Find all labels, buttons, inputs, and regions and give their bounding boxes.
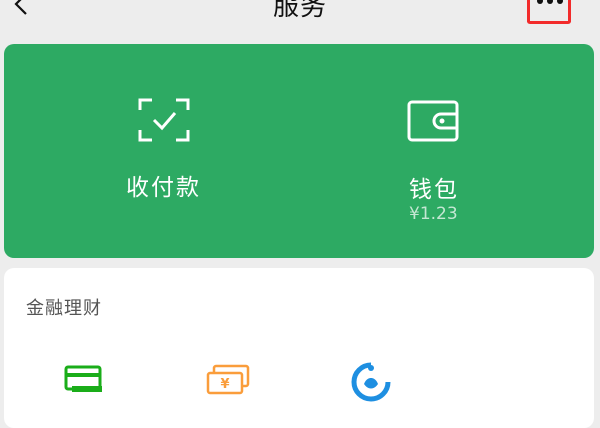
page-title: 服务: [272, 0, 327, 22]
scan-pay-icon: [138, 98, 190, 146]
more-dots-icon: [537, 0, 563, 4]
wallet-balance: ¥1.23: [409, 204, 458, 224]
pay-receive-label: 收付款: [126, 175, 201, 201]
svg-text:¥: ¥: [220, 377, 229, 392]
wallet-label: 钱包: [409, 177, 459, 203]
more-button[interactable]: [527, 0, 571, 24]
section-title: 金融理财: [26, 298, 102, 319]
payment-card: 收付款 钱包 ¥1.23: [4, 44, 594, 258]
finance-section: 金融理财 ¥: [4, 268, 594, 428]
wallet-button[interactable]: 钱包 ¥1.23: [299, 44, 594, 258]
wallet-icon: [407, 100, 459, 148]
fund-icon[interactable]: [351, 362, 391, 406]
credit-card-repay-icon[interactable]: [64, 364, 104, 400]
nav-bar: 服务: [0, 0, 600, 40]
wealth-money-icon[interactable]: ¥: [206, 364, 250, 400]
pay-receive-button[interactable]: 收付款: [4, 44, 299, 258]
